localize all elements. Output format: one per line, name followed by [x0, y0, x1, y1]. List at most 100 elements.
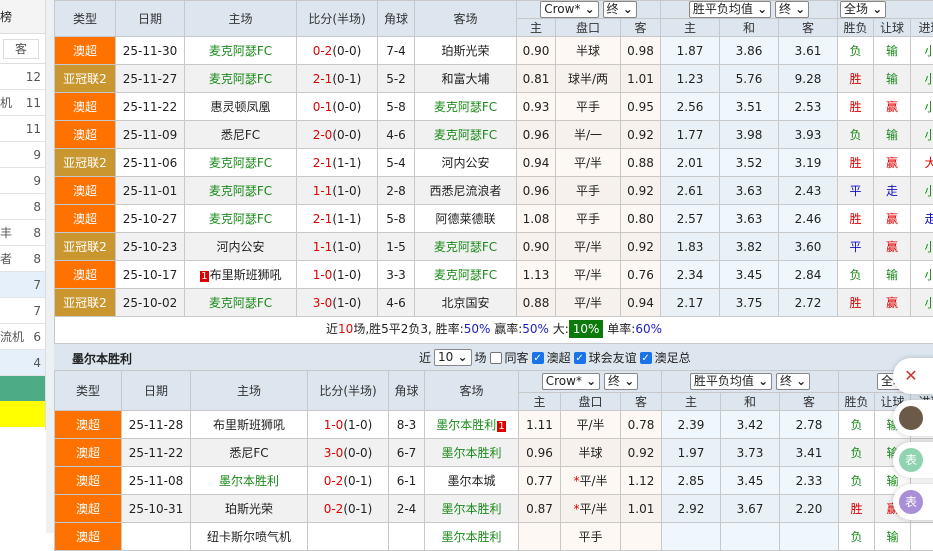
match-row[interactable]: 澳超 25-11-22 悉尼FC 3-0(0-0) 6-7 墨尔本胜利 0.96…: [55, 439, 933, 467]
score[interactable]: 3-0(0-0): [308, 439, 389, 467]
period-select[interactable]: 全场: [840, 1, 886, 18]
same-away-checkbox[interactable]: [490, 352, 502, 364]
standing-row[interactable]: 丰8: [0, 220, 45, 246]
league-badge[interactable]: 澳超: [55, 205, 116, 233]
stage2-select[interactable]: 终: [776, 373, 810, 390]
avg-select[interactable]: 胜平负均值: [689, 1, 771, 18]
score[interactable]: 2-1(0-1): [297, 65, 378, 93]
club-friendly-checkbox[interactable]: ✓: [574, 352, 586, 364]
home-team[interactable]: 纽卡斯尔喷气机: [191, 523, 308, 551]
score[interactable]: 3-0(1-0): [297, 289, 378, 317]
home-team[interactable]: 惠灵顿凤凰: [185, 93, 297, 121]
league-badge[interactable]: 亚冠联2: [55, 289, 116, 317]
match-row[interactable]: 澳超 25-10-17 1布里斯班狮吼 1-0(1-0) 3-3 麦克阿瑟FC …: [55, 261, 933, 289]
away-team[interactable]: 麦克阿瑟FC: [415, 93, 517, 121]
company-select[interactable]: Crow*: [540, 1, 598, 18]
home-team[interactable]: 麦克阿瑟FC: [185, 65, 297, 93]
away-team[interactable]: 珀斯光荣: [415, 37, 517, 65]
standing-row[interactable]: 流机6: [0, 324, 45, 350]
home-team[interactable]: 1布里斯班狮吼: [185, 261, 297, 289]
standing-row[interactable]: 7: [0, 272, 45, 298]
score[interactable]: 2-0(0-0): [297, 121, 378, 149]
away-team[interactable]: 墨尔本胜利1: [425, 411, 519, 439]
home-team[interactable]: 麦克阿瑟FC: [185, 177, 297, 205]
stage2-select[interactable]: 终: [775, 1, 809, 18]
match-row[interactable]: 亚冠联2 25-10-02 麦克阿瑟FC 3-0(1-0) 4-6 北京国安 0…: [55, 289, 933, 317]
match-count-select[interactable]: 10: [434, 349, 472, 366]
score[interactable]: 0-1(0-0): [297, 93, 378, 121]
home-team[interactable]: 悉尼FC: [191, 439, 308, 467]
score[interactable]: 0-2(0-1): [308, 495, 389, 523]
away-team[interactable]: 墨尔本胜利: [425, 523, 519, 551]
home-team[interactable]: 河内公安: [185, 233, 297, 261]
float-item[interactable]: [893, 400, 933, 436]
home-team[interactable]: 珀斯光荣: [191, 495, 308, 523]
league-badge[interactable]: 澳超: [55, 177, 116, 205]
float-item[interactable]: 表: [893, 442, 933, 478]
standing-row[interactable]: 7: [0, 298, 45, 324]
league-badge[interactable]: 澳超: [55, 467, 122, 495]
ffa-cup-checkbox[interactable]: ✓: [640, 352, 652, 364]
score[interactable]: 1-1(1-0): [297, 177, 378, 205]
away-filter-button[interactable]: 客: [3, 39, 39, 59]
away-team[interactable]: 麦克阿瑟FC: [415, 233, 517, 261]
home-team[interactable]: 麦克阿瑟FC: [185, 289, 297, 317]
league-badge[interactable]: 澳超: [55, 121, 116, 149]
standing-row[interactable]: 8: [0, 194, 45, 220]
score[interactable]: 1-0(1-0): [308, 411, 389, 439]
match-row[interactable]: 澳超 25-11-09 悉尼FC 2-0(0-0) 4-6 麦克阿瑟FC 0.9…: [55, 121, 933, 149]
stage-select[interactable]: 终: [604, 373, 638, 390]
home-team[interactable]: 墨尔本胜利: [191, 467, 308, 495]
score[interactable]: 0-2(0-0): [297, 37, 378, 65]
home-team[interactable]: 麦克阿瑟FC: [185, 37, 297, 65]
standing-row[interactable]: 机11: [0, 90, 45, 116]
match-row[interactable]: 澳超 纽卡斯尔喷气机 墨尔本胜利 平手 负 输: [55, 523, 933, 551]
away-team[interactable]: 墨尔本胜利: [425, 439, 519, 467]
avg-select[interactable]: 胜平负均值: [690, 373, 772, 390]
a-league-checkbox[interactable]: ✓: [532, 352, 544, 364]
match-row[interactable]: 澳超 25-11-08 墨尔本胜利 0-2(0-1) 6-1 墨尔本城 0.77…: [55, 467, 933, 495]
score[interactable]: 2-1(1-1): [297, 205, 378, 233]
match-row[interactable]: 澳超 25-11-01 麦克阿瑟FC 1-1(1-0) 2-8 西悉尼流浪者 0…: [55, 177, 933, 205]
score[interactable]: 2-1(1-1): [297, 149, 378, 177]
away-team[interactable]: 北京国安: [415, 289, 517, 317]
away-team[interactable]: 阿德莱德联: [415, 205, 517, 233]
standing-row[interactable]: 者8: [0, 246, 45, 272]
standing-row[interactable]: 9: [0, 168, 45, 194]
league-badge[interactable]: 澳超: [55, 37, 116, 65]
avatar[interactable]: 表: [899, 490, 923, 514]
league-badge[interactable]: 亚冠联2: [55, 149, 116, 177]
league-badge[interactable]: 澳超: [55, 411, 122, 439]
home-team[interactable]: 布里斯班狮吼: [191, 411, 308, 439]
away-team[interactable]: 墨尔本城: [425, 467, 519, 495]
home-team[interactable]: 悉尼FC: [185, 121, 297, 149]
standing-row[interactable]: 4: [0, 350, 45, 376]
stage-select[interactable]: 终: [603, 1, 637, 18]
score[interactable]: 1-1(1-0): [297, 233, 378, 261]
away-team[interactable]: 麦克阿瑟FC: [415, 121, 517, 149]
home-team[interactable]: 麦克阿瑟FC: [185, 205, 297, 233]
league-badge[interactable]: 澳超: [55, 93, 116, 121]
close-x-icon[interactable]: ✕: [899, 364, 923, 388]
away-team[interactable]: 麦克阿瑟FC: [415, 261, 517, 289]
league-badge[interactable]: 澳超: [55, 261, 116, 289]
score[interactable]: 0-2(0-1): [308, 467, 389, 495]
league-badge[interactable]: 亚冠联2: [55, 65, 116, 93]
match-row[interactable]: 澳超 25-11-28 布里斯班狮吼 1-0(1-0) 8-3 墨尔本胜利1 1…: [55, 411, 933, 439]
match-row[interactable]: 澳超 25-10-27 麦克阿瑟FC 2-1(1-1) 5-8 阿德莱德联 1.…: [55, 205, 933, 233]
avatar[interactable]: 表: [899, 448, 923, 472]
match-row[interactable]: 亚冠联2 25-10-23 河内公安 1-1(1-0) 1-5 麦克阿瑟FC 0…: [55, 233, 933, 261]
score[interactable]: [308, 523, 389, 551]
home-team[interactable]: 麦克阿瑟FC: [185, 149, 297, 177]
league-badge[interactable]: 澳超: [55, 439, 122, 467]
score[interactable]: 1-0(1-0): [297, 261, 378, 289]
match-row[interactable]: 澳超 25-11-30 麦克阿瑟FC 0-2(0-0) 7-4 珀斯光荣 0.9…: [55, 37, 933, 65]
away-team[interactable]: 和富大埔: [415, 65, 517, 93]
company-select[interactable]: Crow*: [542, 373, 600, 390]
match-row[interactable]: 澳超 25-11-22 惠灵顿凤凰 0-1(0-0) 5-8 麦克阿瑟FC 0.…: [55, 93, 933, 121]
standing-row[interactable]: 9: [0, 142, 45, 168]
match-row[interactable]: 澳超 25-10-31 珀斯光荣 0-2(0-1) 2-4 墨尔本胜利 0.87…: [55, 495, 933, 523]
away-team[interactable]: 墨尔本胜利: [425, 495, 519, 523]
float-item[interactable]: ✕: [893, 358, 933, 394]
match-row[interactable]: 亚冠联2 25-11-06 麦克阿瑟FC 2-1(1-1) 5-4 河内公安 0…: [55, 149, 933, 177]
